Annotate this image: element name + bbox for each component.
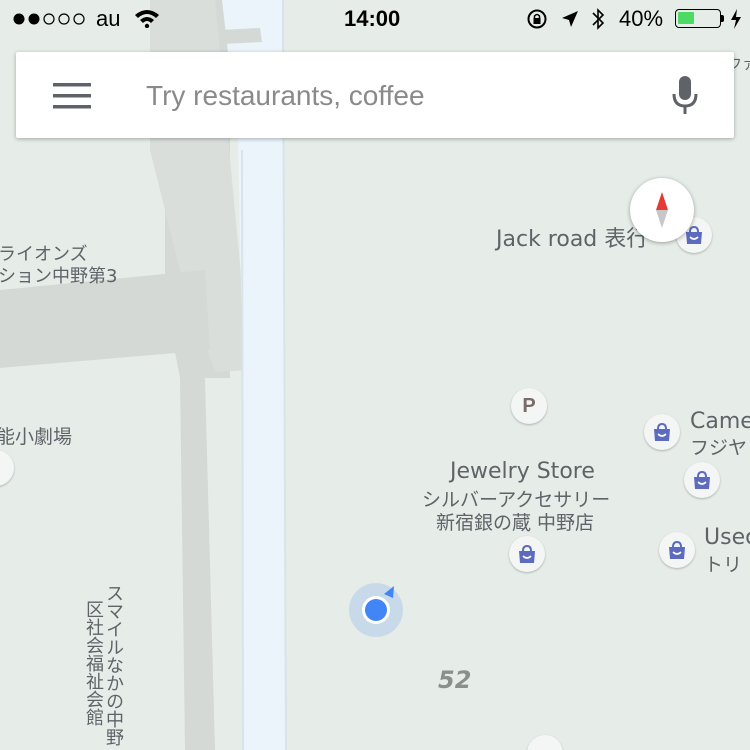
map-label-jack-road[interactable]: Jack road 表行 bbox=[496, 221, 648, 253]
carrier-name: au bbox=[96, 6, 121, 31]
battery-nub bbox=[721, 15, 724, 22]
search-bar[interactable] bbox=[16, 52, 734, 138]
shopping-bag-icon[interactable] bbox=[644, 414, 680, 450]
signal-strength-icon bbox=[13, 13, 85, 25]
map-label-lions-2: ション中野第3 bbox=[0, 266, 118, 287]
search-input[interactable] bbox=[144, 70, 648, 122]
battery-fill bbox=[678, 12, 694, 24]
wifi-icon bbox=[135, 10, 159, 28]
map-label-jewelry-en[interactable]: Jewelry Store bbox=[450, 459, 595, 484]
orientation-lock-icon bbox=[527, 9, 547, 29]
map-label-theater: 能小劇場 bbox=[0, 426, 73, 448]
compass-icon bbox=[656, 192, 668, 228]
microphone-icon[interactable] bbox=[670, 76, 700, 116]
charging-icon bbox=[731, 9, 741, 29]
parking-letter: P bbox=[522, 394, 536, 417]
compass-button[interactable] bbox=[630, 178, 694, 242]
shopping-bag-icon[interactable] bbox=[659, 532, 695, 568]
map-label-used-en[interactable]: Usec bbox=[704, 525, 750, 550]
battery-icon bbox=[675, 9, 721, 28]
map-label-smile-2: 区社会福祉会館 bbox=[83, 600, 104, 726]
map-label-camera-jp: フジヤ bbox=[690, 437, 748, 459]
parking-icon[interactable]: P bbox=[511, 388, 547, 424]
battery-percent: 40% bbox=[619, 6, 664, 31]
shopping-bag-icon[interactable] bbox=[684, 462, 720, 498]
map-label-camera-en[interactable]: Came bbox=[690, 409, 750, 434]
shopping-bag-icon[interactable] bbox=[509, 536, 545, 572]
status-time: 14:00 bbox=[344, 6, 401, 31]
map-label-used-jp: トリ bbox=[704, 554, 743, 576]
map-label-block-number: 52 bbox=[438, 666, 472, 694]
map-label-jewelry-jp2: 新宿銀の蔵 中野店 bbox=[436, 512, 595, 534]
status-bar: au 14:00 40% bbox=[0, 0, 750, 40]
hamburger-menu-icon[interactable] bbox=[53, 83, 91, 109]
location-services-icon bbox=[562, 11, 578, 27]
bluetooth-icon bbox=[592, 8, 605, 30]
current-location-marker[interactable] bbox=[346, 580, 406, 640]
